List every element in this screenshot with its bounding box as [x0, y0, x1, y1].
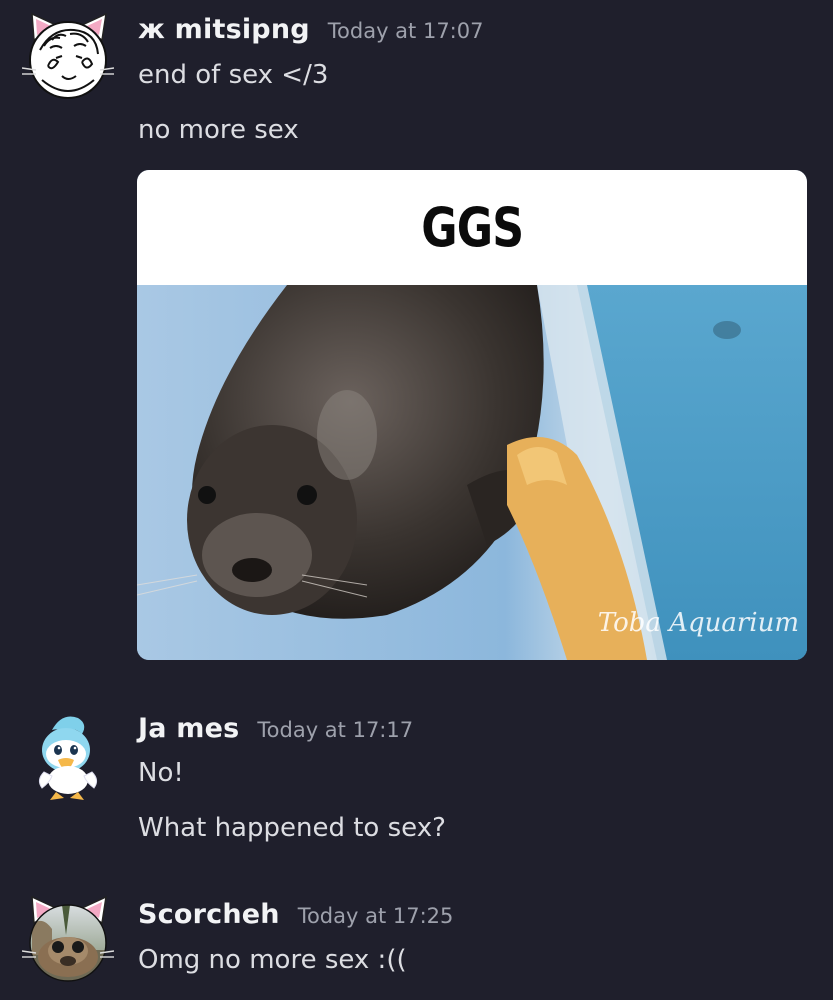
cat-ear-sketch-avatar-icon[interactable] — [22, 10, 114, 102]
watermark-text: Toba Aquarium — [597, 608, 799, 638]
duck-avatar-icon[interactable] — [22, 710, 114, 802]
chat-message-list: ж mitsipng Today at 17:07 end of sex </3… — [0, 0, 833, 1000]
message-header: Ja mes Today at 17:17 — [138, 713, 413, 744]
timestamp[interactable]: Today at 17:17 — [257, 718, 413, 742]
message-group-james: Ja mes Today at 17:17 No! What happened … — [0, 700, 833, 870]
message-header: Scorcheh Today at 17:25 — [138, 899, 453, 930]
timestamp[interactable]: Today at 17:25 — [298, 904, 454, 928]
timestamp[interactable]: Today at 17:07 — [328, 19, 484, 43]
message-text: end of sex </3 — [138, 60, 329, 90]
username[interactable]: Ja mes — [138, 713, 239, 744]
message-text: No! — [138, 758, 184, 788]
username[interactable]: Scorcheh — [138, 899, 280, 930]
cat-ear-photo-avatar-icon[interactable] — [22, 895, 114, 987]
gif-attachment[interactable]: GGS Toba Aquarium — [137, 170, 807, 660]
message-text: Omg no more sex :(( — [138, 945, 407, 975]
message-group-mitsipng: ж mitsipng Today at 17:07 end of sex </3… — [0, 0, 833, 680]
seal-photo — [137, 285, 807, 660]
message-text: What happened to sex? — [138, 813, 446, 843]
attachment-caption-bar: GGS — [137, 170, 807, 285]
message-header: ж mitsipng Today at 17:07 — [138, 14, 483, 45]
message-group-scorcheh: Scorcheh Today at 17:25 Omg no more sex … — [0, 890, 833, 1000]
attachment-caption: GGS — [420, 196, 524, 259]
message-text: no more sex — [138, 115, 299, 145]
username[interactable]: ж mitsipng — [138, 14, 310, 45]
